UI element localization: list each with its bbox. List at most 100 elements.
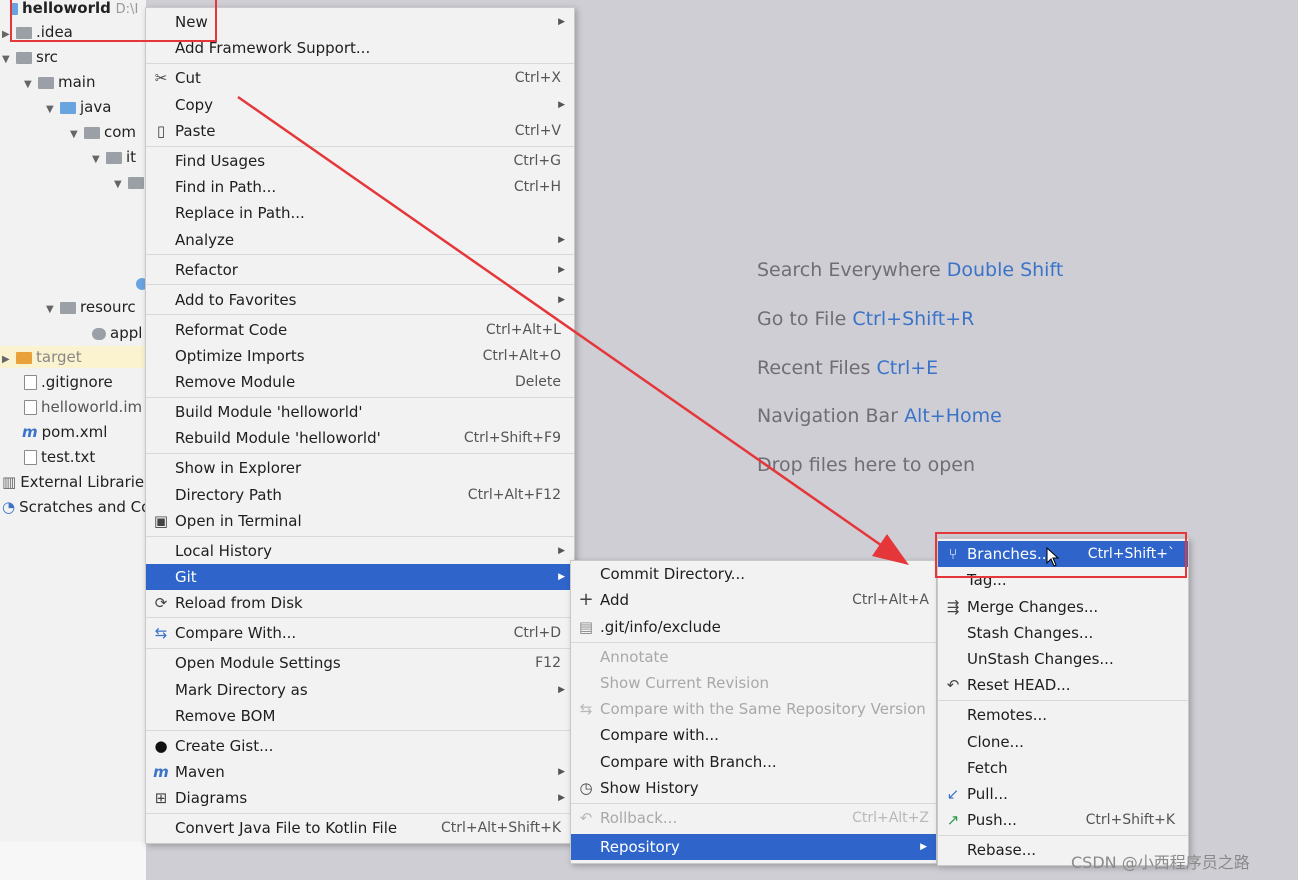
tree-item-label: appl	[110, 324, 143, 342]
menu-item-add-framework-support[interactable]: Add Framework Support...	[146, 35, 574, 61]
undo-icon: ↶	[946, 676, 960, 694]
menu-item-pull[interactable]: ↙ Pull...	[938, 781, 1188, 807]
menu-item-label: Reset HEAD...	[967, 676, 1071, 694]
tree-item-resources[interactable]: ▼ resourc	[46, 296, 136, 318]
menu-item-compare-same-repo-version[interactable]: ⇆ Compare with the Same Repository Versio…	[571, 696, 936, 722]
menu-item-find-usages[interactable]: Find Usages Ctrl+G	[146, 148, 574, 174]
hint-key: Alt+Home	[904, 405, 1002, 427]
tree-item-idea[interactable]: ▶ .idea	[2, 21, 73, 43]
menu-item-cut[interactable]: ✂ Cut Ctrl+X	[146, 65, 574, 91]
menu-item-diagrams[interactable]: ⊞ Diagrams ▶	[146, 785, 574, 811]
menu-item-reload-from-disk[interactable]: ⟳ Reload from Disk	[146, 590, 574, 616]
tree-item-sub[interactable]: ▼	[114, 171, 146, 193]
menu-item-branches[interactable]: ⑂ Branches... Ctrl+Shift+`	[938, 541, 1188, 567]
menu-item-add[interactable]: + Add Ctrl+Alt+A	[571, 587, 936, 613]
menu-item-create-gist[interactable]: ● Create Gist...	[146, 733, 574, 759]
menu-item-reset-head[interactable]: ↶ Reset HEAD...	[938, 672, 1188, 698]
menu-separator	[146, 254, 574, 255]
hint-text: Navigation Bar	[757, 405, 899, 427]
menu-item-mark-directory-as[interactable]: Mark Directory as ▶	[146, 677, 574, 703]
menu-item-copy[interactable]: Copy ▶	[146, 92, 574, 118]
tree-item-java[interactable]: ▼ java	[46, 96, 111, 118]
menu-item-analyze[interactable]: Analyze ▶	[146, 227, 574, 253]
menu-item-tag[interactable]: Tag...	[938, 567, 1188, 593]
menu-item-convert-to-kotlin[interactable]: Convert Java File to Kotlin File Ctrl+Alt…	[146, 815, 574, 841]
tree-item-gitignore[interactable]: .gitignore	[24, 371, 113, 393]
package-icon	[84, 126, 100, 139]
menu-item-show-history[interactable]: ◷ Show History	[571, 775, 936, 801]
menu-item-add-to-favorites[interactable]: Add to Favorites ▶	[146, 287, 574, 313]
menu-item-local-history[interactable]: Local History ▶	[146, 538, 574, 564]
tree-item-src[interactable]: ▼ src	[2, 46, 58, 68]
chevron-down-icon[interactable]: ▼	[46, 99, 60, 121]
menu-item-clone[interactable]: Clone...	[938, 729, 1188, 755]
chevron-down-icon[interactable]: ▼	[24, 74, 38, 96]
tree-item-external-libraries[interactable]: ▥ External Libraries	[2, 471, 146, 493]
menu-item-shortcut: Ctrl+Alt+F12	[467, 487, 561, 503]
menu-item-directory-path[interactable]: Directory Path Ctrl+Alt+F12	[146, 482, 574, 508]
menu-item-show-current-revision[interactable]: Show Current Revision	[571, 670, 936, 696]
menu-item-remove-bom[interactable]: Remove BOM	[146, 703, 574, 729]
menu-item-maven[interactable]: m Maven ▶	[146, 759, 574, 785]
tree-item-test-txt[interactable]: test.txt	[24, 446, 95, 468]
menu-item-open-in-terminal[interactable]: ▣ Open in Terminal	[146, 508, 574, 534]
menu-item-fetch[interactable]: Fetch	[938, 755, 1188, 781]
chevron-down-icon[interactable]: ▼	[2, 49, 16, 71]
chevron-down-icon[interactable]: ▼	[46, 299, 60, 321]
menu-item-remotes[interactable]: Remotes...	[938, 702, 1188, 728]
menu-item-label: Rollback...	[600, 809, 678, 827]
mouse-cursor-icon	[1046, 547, 1060, 567]
tree-root[interactable]: helloworld D:\I	[10, 0, 138, 19]
package-icon	[106, 151, 122, 164]
tree-item-pom[interactable]: m pom.xml	[22, 421, 107, 443]
tree-item-target[interactable]: ▶ target	[0, 346, 146, 368]
menu-item-compare-with-branch[interactable]: Compare with Branch...	[571, 749, 936, 775]
menu-item-replace-in-path[interactable]: Replace in Path...	[146, 200, 574, 226]
menu-item-refactor[interactable]: Refactor ▶	[146, 257, 574, 283]
menu-item-label: Diagrams	[175, 789, 248, 807]
tree-item-com[interactable]: ▼ com	[70, 121, 136, 143]
menu-item-new[interactable]: New ▶	[146, 9, 574, 35]
menu-item-label: Annotate	[600, 648, 669, 666]
submenu-arrow-icon: ▶	[558, 100, 565, 110]
menu-item-open-module-settings[interactable]: Open Module Settings F12	[146, 650, 574, 676]
tree-item-scratches[interactable]: ◔ Scratches and Co	[2, 496, 146, 518]
submenu-arrow-icon: ▶	[558, 546, 565, 556]
menu-item-merge-changes[interactable]: ⇶ Merge Changes...	[938, 594, 1188, 620]
menu-item-commit-directory[interactable]: Commit Directory...	[571, 561, 936, 587]
menu-item-compare-with[interactable]: ⇆ Compare With... Ctrl+D	[146, 620, 574, 646]
chevron-down-icon[interactable]: ▼	[70, 124, 84, 146]
menu-item-git-info-exclude[interactable]: ▤ .git/info/exclude	[571, 614, 936, 640]
menu-item-label: Show in Explorer	[175, 459, 302, 477]
tree-item-label: Scratches and Co	[19, 498, 146, 516]
tree-item-label: pom.xml	[41, 423, 108, 441]
menu-item-push[interactable]: ↗ Push... Ctrl+Shift+K	[938, 807, 1188, 833]
tree-item-main[interactable]: ▼ main	[24, 71, 95, 93]
menu-item-reformat-code[interactable]: Reformat Code Ctrl+Alt+L	[146, 317, 574, 343]
menu-item-rollback[interactable]: ↶ Rollback... Ctrl+Alt+Z	[571, 805, 936, 831]
tree-item-application[interactable]: appl	[92, 322, 142, 344]
clock-icon: ◷	[579, 779, 593, 797]
menu-item-label: Commit Directory...	[600, 565, 745, 583]
menu-item-remove-module[interactable]: Remove Module Delete	[146, 369, 574, 395]
chevron-down-icon[interactable]: ▼	[92, 149, 106, 171]
menu-item-build-module[interactable]: Build Module 'helloworld'	[146, 399, 574, 425]
menu-item-stash-changes[interactable]: Stash Changes...	[938, 620, 1188, 646]
chevron-right-icon[interactable]: ▶	[2, 349, 16, 371]
menu-item-label: Compare with...	[600, 726, 719, 744]
menu-item-rebuild-module[interactable]: Rebuild Module 'helloworld' Ctrl+Shift+F9	[146, 425, 574, 451]
tree-item-it[interactable]: ▼ it	[92, 146, 136, 168]
reload-icon: ⟳	[154, 594, 168, 612]
menu-item-repository[interactable]: Repository ▶	[571, 834, 936, 860]
menu-item-find-in-path[interactable]: Find in Path... Ctrl+H	[146, 174, 574, 200]
chevron-down-icon[interactable]: ▼	[114, 174, 128, 196]
menu-item-git[interactable]: Git ▶	[146, 564, 574, 590]
menu-item-paste[interactable]: ▯ Paste Ctrl+V	[146, 118, 574, 144]
menu-item-annotate[interactable]: Annotate	[571, 644, 936, 670]
menu-item-unstash-changes[interactable]: UnStash Changes...	[938, 646, 1188, 672]
menu-item-optimize-imports[interactable]: Optimize Imports Ctrl+Alt+O	[146, 343, 574, 369]
tree-item-iml[interactable]: helloworld.im	[24, 396, 142, 418]
menu-item-compare-with[interactable]: Compare with...	[571, 722, 936, 748]
chevron-right-icon[interactable]: ▶	[2, 24, 16, 46]
menu-item-show-in-explorer[interactable]: Show in Explorer	[146, 455, 574, 481]
